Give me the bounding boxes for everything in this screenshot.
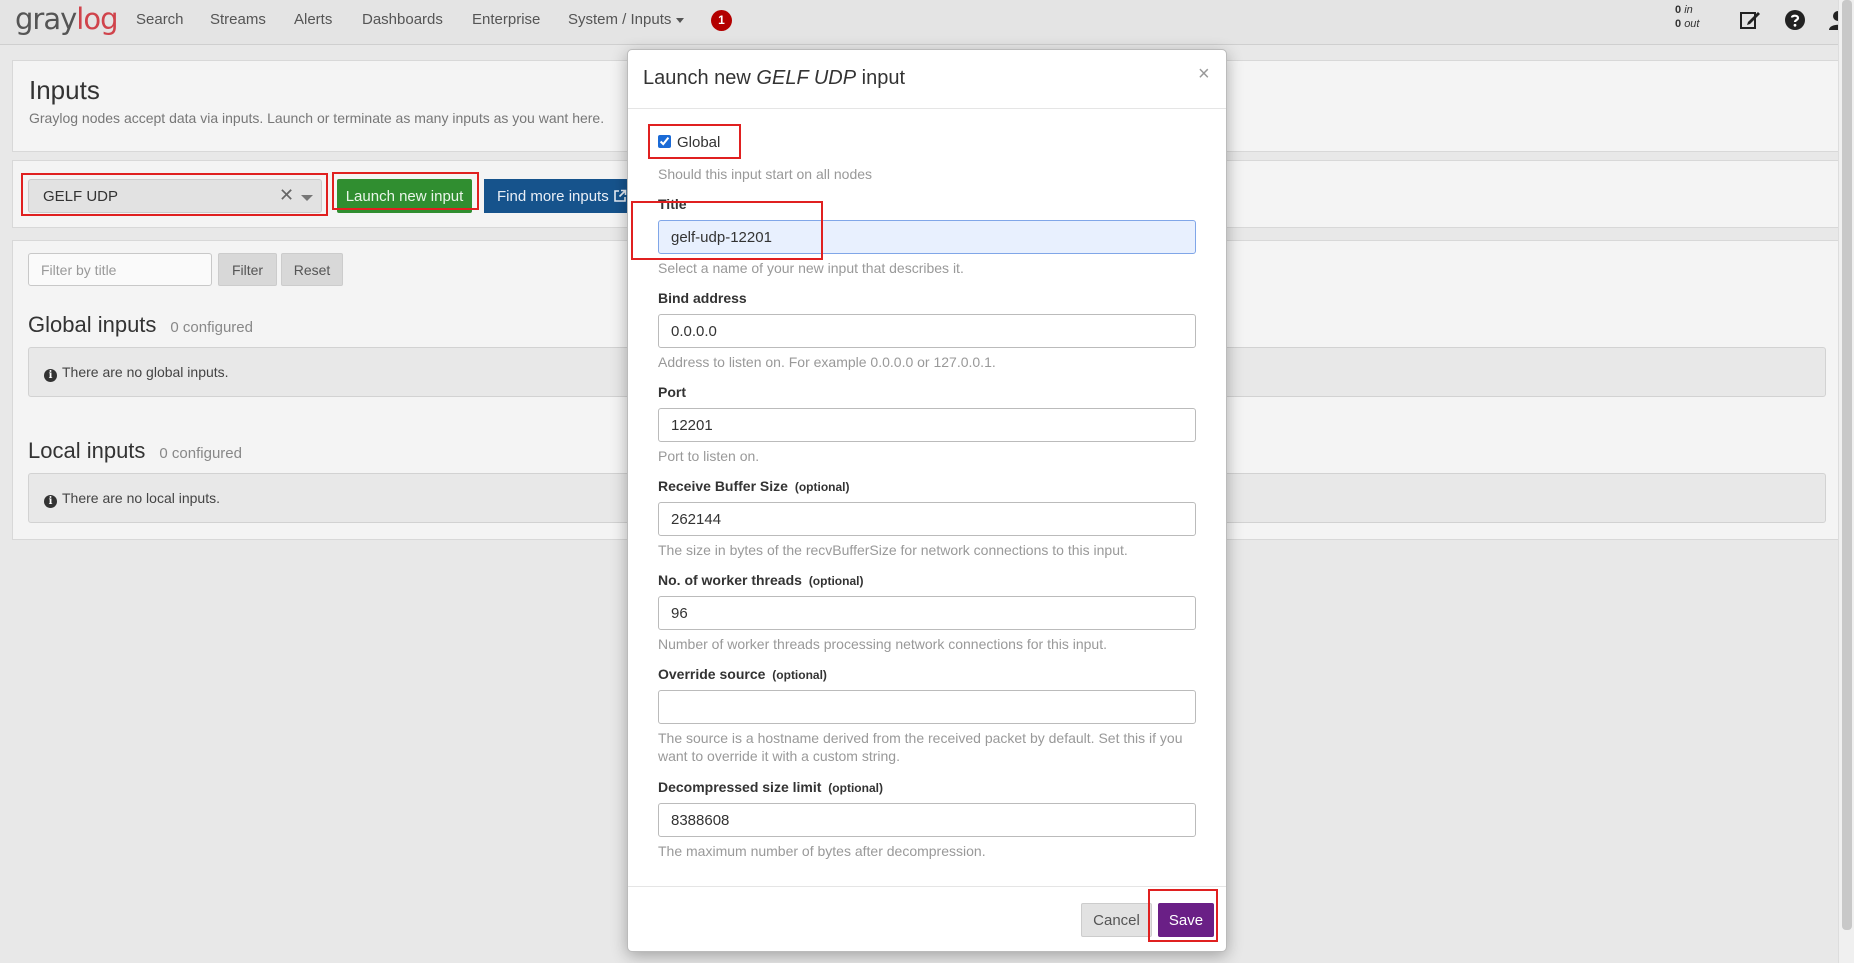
title-help-text: Select a name of your new input that des… (658, 260, 964, 276)
bind-address-help-text: Address to listen on. For example 0.0.0.… (658, 354, 996, 370)
local-inputs-count: 0 configured (159, 445, 242, 462)
info-icon: i (44, 369, 57, 382)
modal-header: Launch new GELF UDP input × (628, 50, 1226, 109)
modal-title: Launch new GELF UDP input (643, 67, 906, 89)
external-link-icon (614, 189, 627, 202)
top-navbar: graylog Search Streams Alerts Dashboards… (0, 0, 1854, 45)
launch-new-input-button[interactable]: Launch new input (337, 179, 472, 213)
nav-streams[interactable]: Streams (210, 10, 266, 30)
global-inputs-heading: Global inputs 0 configured (28, 312, 253, 337)
nav-search[interactable]: Search (136, 10, 184, 30)
modal-footer: Cancel Save (628, 886, 1226, 952)
worker-threads-help-text: Number of worker threads processing netw… (658, 636, 1107, 652)
decompress-limit-input[interactable] (658, 803, 1196, 837)
nav-dashboards[interactable]: Dashboards (362, 10, 443, 30)
page-title: Inputs (29, 75, 100, 105)
override-source-input[interactable] (658, 690, 1196, 724)
port-help-text: Port to listen on. (658, 448, 760, 464)
override-source-help-text: The source is a hostname derived from th… (658, 730, 1183, 764)
launch-input-modal: Launch new GELF UDP input × Global Shoul… (627, 49, 1227, 952)
notification-badge[interactable]: 1 (711, 10, 732, 31)
recv-buffer-help-text: The size in bytes of the recvBufferSize … (658, 542, 1128, 558)
bind-address-input[interactable] (658, 314, 1196, 348)
title-label: Title (658, 196, 687, 212)
global-inputs-empty-text: There are no global inputs. (62, 364, 229, 380)
input-type-select[interactable]: GELF UDP ✕ (28, 179, 322, 213)
decompress-limit-label: Decompressed size limit (optional) (658, 779, 883, 795)
nav-enterprise[interactable]: Enterprise (472, 10, 540, 30)
page-scrollbar[interactable] (1838, 0, 1854, 963)
nav-system-inputs[interactable]: System / Inputs (568, 10, 685, 30)
find-more-inputs-button[interactable]: Find more inputs (484, 179, 644, 213)
nav-alerts[interactable]: Alerts (294, 10, 332, 30)
filter-button[interactable]: Filter (218, 253, 277, 286)
decompress-limit-help-text: The maximum number of bytes after decomp… (658, 843, 986, 859)
filter-by-title-input[interactable] (28, 253, 212, 286)
recv-buffer-input[interactable] (658, 502, 1196, 536)
override-source-label: Override source (optional) (658, 666, 827, 682)
local-inputs-empty-text: There are no local inputs. (62, 490, 220, 506)
page-description: Graylog nodes accept data via inputs. La… (29, 110, 605, 126)
title-input[interactable] (658, 220, 1196, 254)
port-label: Port (658, 384, 686, 400)
close-icon[interactable]: × (1198, 63, 1210, 86)
bind-address-label: Bind address (658, 290, 747, 306)
global-checkbox-row[interactable]: Global (658, 134, 720, 151)
scrollbar-thumb[interactable] (1842, 0, 1852, 930)
graylog-logo[interactable]: graylog (15, 2, 118, 36)
help-icon[interactable] (1783, 8, 1807, 32)
global-checkbox[interactable] (658, 135, 671, 148)
worker-threads-label: No. of worker threads (optional) (658, 572, 864, 588)
port-input[interactable] (658, 408, 1196, 442)
info-icon: i (44, 495, 57, 508)
input-type-value: GELF UDP (43, 188, 119, 205)
clear-icon[interactable]: ✕ (279, 185, 294, 206)
local-inputs-heading: Local inputs 0 configured (28, 438, 242, 463)
edit-icon[interactable] (1738, 8, 1762, 32)
throughput-indicator[interactable]: 0 in 0 out (1675, 3, 1699, 31)
recv-buffer-label: Receive Buffer Size (optional) (658, 478, 850, 494)
caret-down-icon (676, 17, 685, 23)
global-checkbox-label: Global (677, 134, 721, 151)
global-inputs-count: 0 configured (170, 319, 253, 336)
chevron-down-icon[interactable] (301, 195, 313, 201)
cancel-button[interactable]: Cancel (1081, 903, 1152, 937)
global-help-text: Should this input start on all nodes (658, 166, 873, 182)
save-button[interactable]: Save (1158, 903, 1214, 937)
worker-threads-input[interactable] (658, 596, 1196, 630)
reset-button[interactable]: Reset (281, 253, 343, 286)
